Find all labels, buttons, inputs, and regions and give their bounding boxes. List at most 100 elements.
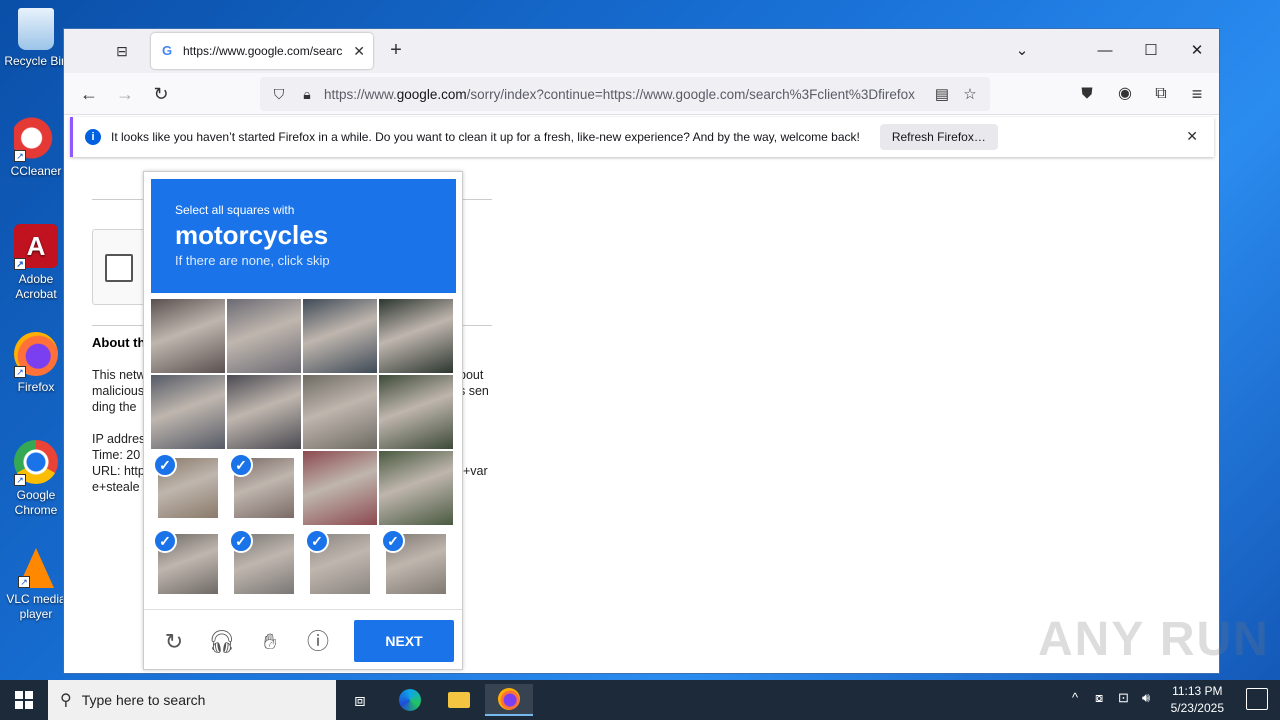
captcha-tile[interactable]	[151, 299, 225, 373]
taskbar-search[interactable]: ⚲ Type here to search	[48, 680, 336, 720]
info-circle-icon[interactable]: ⓘ	[303, 627, 333, 657]
reload-challenge-icon[interactable]: ↻	[159, 627, 189, 657]
recaptcha-checkbox[interactable]	[105, 254, 133, 282]
tracking-protection-shield-icon[interactable]: ⛉	[268, 86, 290, 103]
desktop-icon-ccleaner[interactable]: ↗ CCleaner	[2, 116, 70, 179]
task-view-button[interactable]: ⧈	[336, 684, 384, 716]
vlc-icon: ↗	[18, 548, 54, 588]
taskbar: ⚲ Type here to search ⧈ ^ ⧇ ⊡ 🔊︎ 11:13 P…	[0, 680, 1280, 720]
captcha-tile[interactable]: ✓	[151, 451, 225, 525]
network-icon[interactable]: ⊡	[1118, 690, 1129, 706]
captcha-tile-image	[151, 299, 225, 373]
puzzle-icon: ⧉	[1155, 85, 1167, 102]
captcha-tile[interactable]: ✓	[303, 527, 377, 601]
tab-google[interactable]: G https://www.google.com/searc ✕	[151, 33, 373, 69]
captcha-tile[interactable]: ✓	[151, 527, 225, 601]
info-icon: i	[85, 129, 101, 145]
desktop-icon-vlc[interactable]: ↗ VLC media player	[2, 548, 70, 622]
pocket-button[interactable]: ⛊	[1074, 81, 1100, 107]
shortcut-arrow-icon: ↗	[14, 474, 26, 486]
bookmark-star-icon[interactable]: ☆	[958, 85, 982, 103]
pocket-icon: ⛊	[1081, 85, 1093, 102]
captcha-image-grid: ✓ ✓ ✓ ✓ ✓ ✓	[151, 299, 454, 597]
shortcut-arrow-icon: ↗	[18, 576, 30, 588]
taskbar-file-explorer[interactable]	[435, 684, 483, 716]
captcha-tile[interactable]	[227, 375, 301, 449]
minimize-button[interactable]: —	[1082, 37, 1128, 65]
ccleaner-icon: ↗	[14, 116, 58, 162]
desktop-icon-label: Firefox	[17, 380, 55, 394]
firefox-view-button[interactable]: ⊟	[110, 39, 134, 63]
forward-button[interactable]: →	[112, 81, 138, 107]
reload-icon: ↻	[153, 84, 169, 104]
search-placeholder: Type here to search	[81, 692, 206, 708]
captcha-tile-image	[379, 451, 453, 525]
back-button[interactable]: ←	[76, 81, 102, 107]
captcha-tile-image	[227, 299, 301, 373]
search-icon: ⚲	[60, 692, 72, 709]
desktop-icon-recycle-bin[interactable]: Recycle Bin	[2, 8, 70, 69]
captcha-tile[interactable]	[303, 451, 377, 525]
extensions-button[interactable]: ⧉	[1148, 81, 1174, 107]
action-center-icon[interactable]	[1246, 688, 1268, 710]
desktop-icon-label: Recycle Bin	[4, 54, 68, 68]
captcha-tile[interactable]	[303, 299, 377, 373]
captcha-tile[interactable]	[151, 375, 225, 449]
desktop-icon-label: CCleaner	[10, 164, 62, 178]
checkmark-icon: ✓	[305, 529, 329, 553]
anyrun-watermark: ANY RUN	[1038, 613, 1270, 666]
maximize-button[interactable]: ☐	[1128, 37, 1174, 65]
reader-view-icon[interactable]: ▤	[930, 85, 954, 103]
start-button[interactable]	[0, 680, 48, 720]
chevron-down-icon: ⌄	[1015, 42, 1029, 59]
url-text[interactable]: https://www.google.com/sorry/index?conti…	[324, 87, 926, 102]
taskbar-edge[interactable]	[386, 684, 434, 716]
about-text-right: bout s sen	[459, 368, 489, 398]
refresh-firefox-button[interactable]: Refresh Firefox…	[879, 124, 998, 150]
nav-bar: ← → ↻ ⛉ 🔒︎ https://www.google.com/sorry/…	[64, 73, 1219, 115]
taskbar-firefox[interactable]	[485, 684, 533, 716]
new-tab-button[interactable]: +	[384, 39, 408, 63]
desktop-icon-label: Google Chrome	[14, 488, 58, 517]
captcha-tile[interactable]	[379, 375, 453, 449]
captcha-tile[interactable]: ✓	[227, 451, 301, 525]
desktop-icon-google-chrome[interactable]: ↗ Google Chrome	[2, 440, 70, 518]
desktop-icon-adobe-acrobat[interactable]: A ↗ Adobe Acrobat	[2, 224, 70, 302]
captcha-tile-image	[303, 299, 377, 373]
url-bar[interactable]: ⛉ 🔒︎ https://www.google.com/sorry/index?…	[260, 77, 990, 111]
menu-button[interactable]: ≡	[1184, 81, 1210, 107]
next-button[interactable]: NEXT	[354, 620, 454, 662]
tab-close-icon[interactable]: ✕	[353, 43, 365, 60]
clock-date: 5/23/2025	[1170, 701, 1224, 715]
captcha-tile[interactable]	[227, 299, 301, 373]
show-hidden-icons-chevron-icon[interactable]: ^	[1072, 690, 1078, 705]
back-arrow-icon: ←	[80, 84, 98, 104]
lock-icon[interactable]: 🔒︎	[296, 86, 318, 103]
account-button[interactable]: ◉	[1112, 81, 1138, 107]
desktop-icon-label: Adobe Acrobat	[15, 272, 57, 301]
edge-icon	[399, 689, 421, 711]
captcha-tile[interactable]: ✓	[227, 527, 301, 601]
list-all-tabs-button[interactable]: ⌄	[999, 37, 1045, 65]
captcha-tile[interactable]	[379, 451, 453, 525]
clock[interactable]: 11:13 PM 5/23/2025	[1171, 683, 1224, 717]
close-window-button[interactable]: ✕	[1174, 37, 1220, 65]
desktop-icon-label: VLC media player	[6, 592, 66, 621]
reload-button[interactable]: ↻	[148, 81, 174, 107]
firefox-icon	[498, 688, 520, 710]
captcha-tile-image	[303, 375, 377, 449]
captcha-tile-image	[379, 299, 453, 373]
captcha-tile[interactable]: ✓	[379, 527, 453, 601]
checkmark-icon: ✓	[381, 529, 405, 553]
volume-icon[interactable]: 🔊︎	[1142, 690, 1150, 706]
device-icon[interactable]: ⧇	[1095, 690, 1103, 706]
hand-help-icon[interactable]: ✋︎	[255, 627, 285, 657]
captcha-header: Select all squares with motorcycles If t…	[151, 179, 456, 293]
firefox-view-icon: ⊟	[116, 42, 128, 59]
notification-close-icon[interactable]: ✕	[1186, 128, 1198, 145]
shortcut-arrow-icon: ↗	[14, 150, 26, 162]
audio-challenge-icon[interactable]: 🎧︎	[207, 627, 237, 657]
captcha-tile[interactable]	[303, 375, 377, 449]
desktop-icon-firefox[interactable]: ↗ Firefox	[2, 332, 70, 395]
captcha-tile[interactable]	[379, 299, 453, 373]
